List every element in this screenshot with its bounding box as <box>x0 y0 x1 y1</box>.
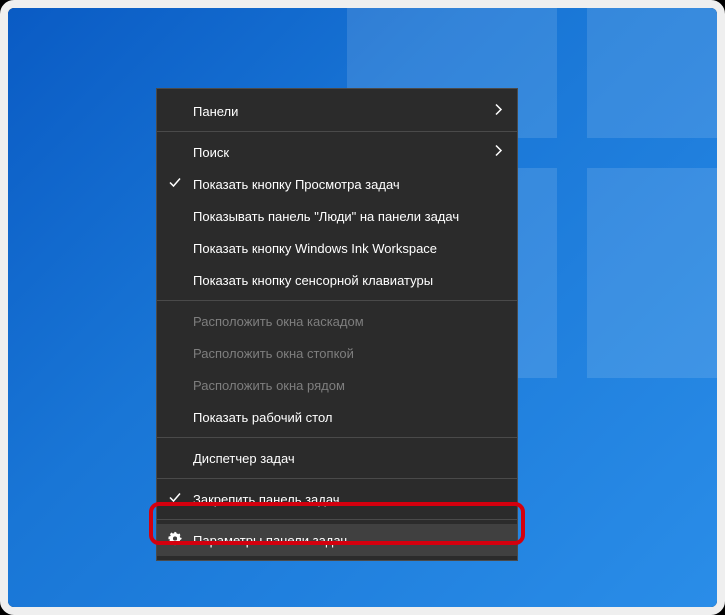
menu-item-ink-workspace[interactable]: Показать кнопку Windows Ink Workspace <box>157 232 517 264</box>
logo-pane <box>587 8 717 138</box>
check-icon <box>169 492 181 507</box>
menu-separator <box>157 519 517 520</box>
screenshot-frame: Панели Поиск Показать кнопку Просмотра з… <box>0 0 725 615</box>
menu-label: Показать кнопку Windows Ink Workspace <box>193 241 437 256</box>
menu-label: Показать рабочий стол <box>193 410 332 425</box>
menu-label: Поиск <box>193 145 229 160</box>
menu-item-show-desktop[interactable]: Показать рабочий стол <box>157 401 517 433</box>
menu-separator <box>157 437 517 438</box>
menu-item-touch-keyboard[interactable]: Показать кнопку сенсорной клавиатуры <box>157 264 517 296</box>
menu-item-people-bar[interactable]: Показывать панель "Люди" на панели задач <box>157 200 517 232</box>
menu-separator <box>157 300 517 301</box>
menu-label: Расположить окна рядом <box>193 378 345 393</box>
chevron-right-icon <box>495 145 503 160</box>
menu-label: Расположить окна каскадом <box>193 314 364 329</box>
menu-item-side-by-side: Расположить окна рядом <box>157 369 517 401</box>
menu-label: Показать кнопку Просмотра задач <box>193 177 400 192</box>
menu-item-taskbar-settings[interactable]: Параметры панели задач <box>157 524 517 556</box>
menu-label: Показать кнопку сенсорной клавиатуры <box>193 273 433 288</box>
menu-item-lock-taskbar[interactable]: Закрепить панель задач <box>157 483 517 515</box>
check-icon <box>169 177 181 192</box>
menu-item-search[interactable]: Поиск <box>157 136 517 168</box>
menu-label: Панели <box>193 104 238 119</box>
menu-label: Закрепить панель задач <box>193 492 340 507</box>
menu-label: Диспетчер задач <box>193 451 295 466</box>
menu-label: Расположить окна стопкой <box>193 346 354 361</box>
menu-item-panels[interactable]: Панели <box>157 95 517 127</box>
menu-label: Показывать панель "Люди" на панели задач <box>193 209 459 224</box>
menu-separator <box>157 131 517 132</box>
menu-separator <box>157 478 517 479</box>
gear-icon <box>168 532 182 549</box>
menu-item-cascade: Расположить окна каскадом <box>157 305 517 337</box>
taskbar-context-menu: Панели Поиск Показать кнопку Просмотра з… <box>156 88 518 561</box>
chevron-right-icon <box>495 104 503 119</box>
menu-item-stacked: Расположить окна стопкой <box>157 337 517 369</box>
menu-item-task-manager[interactable]: Диспетчер задач <box>157 442 517 474</box>
logo-pane <box>587 168 717 378</box>
menu-item-show-taskview[interactable]: Показать кнопку Просмотра задач <box>157 168 517 200</box>
menu-label: Параметры панели задач <box>193 533 347 548</box>
